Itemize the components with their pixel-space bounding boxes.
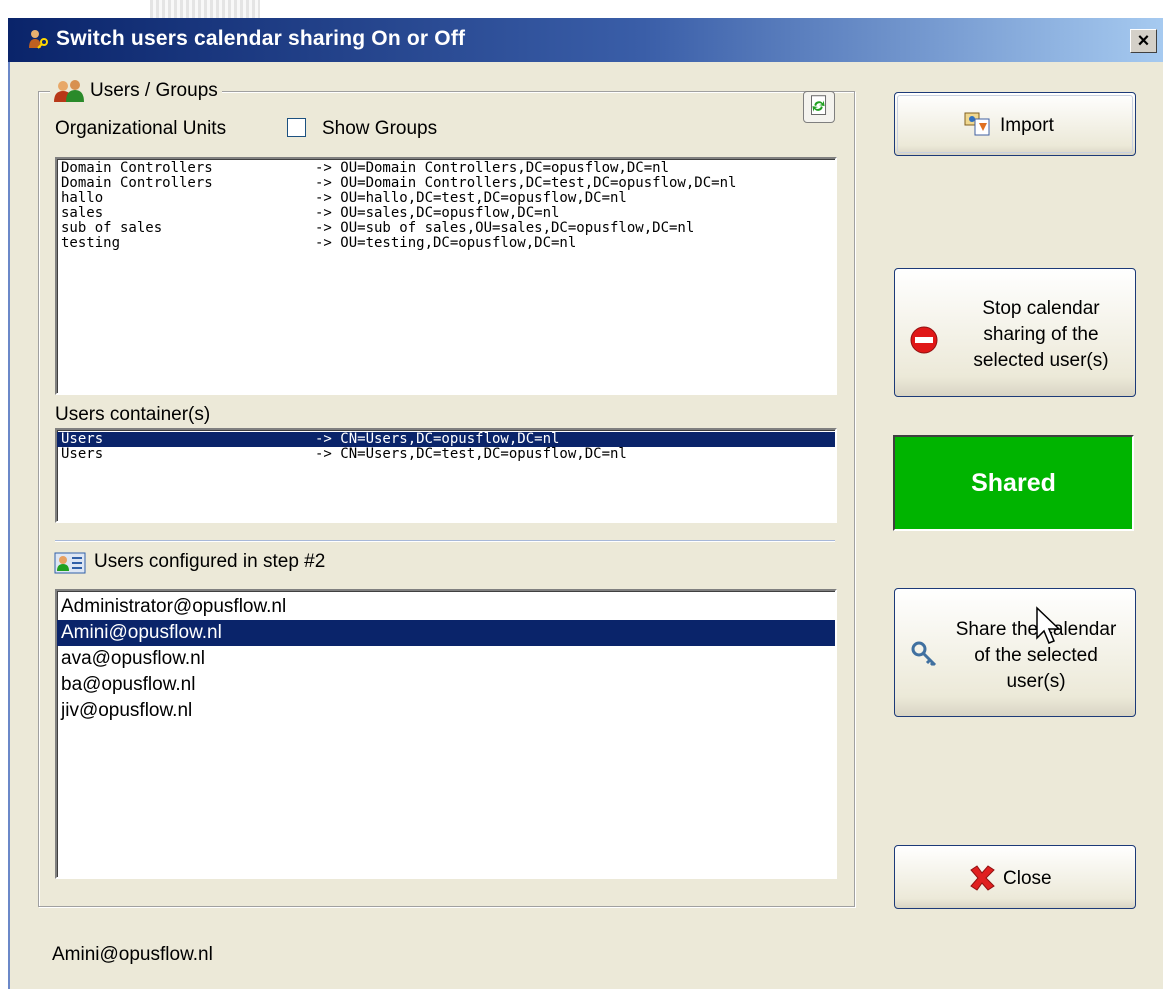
list-item[interactable]: sub of sales -> OU=sub of sales,OU=sales,… bbox=[57, 221, 835, 236]
import-icon bbox=[964, 112, 990, 136]
key-icon bbox=[911, 641, 937, 667]
sharing-status-indicator: Shared bbox=[893, 435, 1134, 531]
user-card-icon bbox=[54, 552, 86, 574]
share-calendar-button[interactable]: Share the calendar of the selected user(… bbox=[894, 588, 1136, 717]
configured-users-listbox[interactable]: Administrator@opusflow.nl Amini@opusflow… bbox=[55, 589, 837, 879]
list-item[interactable]: sales -> OU=sales,DC=opusflow,DC=nl bbox=[57, 206, 835, 221]
list-item[interactable]: jiv@opusflow.nl bbox=[57, 698, 835, 724]
list-item[interactable]: testing -> OU=testing,DC=opusflow,DC=nl bbox=[57, 236, 835, 251]
container-path: -> CN=Users,DC=opusflow,DC=nl bbox=[315, 431, 560, 447]
ou-path: -> OU=Domain Controllers,DC=test,DC=opus… bbox=[315, 175, 737, 191]
users-group-icon bbox=[54, 80, 84, 102]
list-item[interactable]: hallo -> OU=hallo,DC=test,DC=opusflow,DC=… bbox=[57, 191, 835, 206]
refresh-button[interactable] bbox=[803, 91, 835, 123]
refresh-icon bbox=[811, 95, 827, 115]
share-label-line2: of the selected bbox=[974, 645, 1098, 666]
users-groups-legend: Users / Groups bbox=[50, 78, 222, 104]
containers-listbox[interactable]: Users -> CN=Users,DC=opusflow,DC=nl Users… bbox=[55, 428, 837, 523]
close-label: Close bbox=[1003, 868, 1052, 889]
containers-label: Users container(s) bbox=[55, 404, 211, 425]
window-title: Switch users calendar sharing On or Off bbox=[56, 27, 466, 50]
list-item[interactable]: ba@opusflow.nl bbox=[57, 672, 835, 698]
show-groups-label[interactable]: Show Groups bbox=[322, 118, 437, 140]
close-button[interactable]: Close bbox=[894, 845, 1136, 909]
ou-path: -> OU=hallo,DC=test,DC=opusflow,DC=nl bbox=[315, 190, 627, 206]
ou-name: hallo bbox=[61, 190, 104, 206]
ou-name: Domain Controllers bbox=[61, 175, 213, 191]
stop-label-line1: Stop calendar bbox=[982, 298, 1100, 319]
ou-name: sub of sales bbox=[61, 220, 163, 236]
list-item[interactable]: ava@opusflow.nl bbox=[57, 646, 835, 672]
configured-label: Users configured in step #2 bbox=[94, 551, 326, 572]
list-item[interactable]: Users -> CN=Users,DC=opusflow,DC=nl bbox=[57, 432, 835, 447]
ou-listbox[interactable]: Domain Controllers -> OU=Domain Controlle… bbox=[55, 157, 837, 395]
import-label: Import bbox=[1000, 115, 1054, 136]
mouse-cursor-icon bbox=[1036, 606, 1061, 644]
stop-sharing-button[interactable]: Stop calendar sharing of the selected us… bbox=[894, 268, 1136, 397]
ou-path: -> OU=sub of sales,OU=sales,DC=opusflow,… bbox=[315, 220, 695, 236]
container-name: Users bbox=[61, 446, 104, 462]
list-item[interactable]: Domain Controllers -> OU=Domain Controlle… bbox=[57, 161, 835, 176]
container-path: -> CN=Users,DC=test,DC=opusflow,DC=nl bbox=[315, 446, 627, 462]
window-close-button[interactable]: × bbox=[1130, 29, 1157, 53]
close-x-icon bbox=[970, 865, 995, 891]
share-label-line3: user(s) bbox=[1006, 671, 1066, 692]
list-item[interactable]: Domain Controllers -> OU=Domain Controlle… bbox=[57, 176, 835, 191]
background-strip bbox=[150, 0, 260, 18]
ou-path: -> OU=sales,DC=opusflow,DC=nl bbox=[315, 205, 560, 221]
selected-user-status: Amini@opusflow.nl bbox=[52, 944, 213, 965]
app-users-key-icon bbox=[29, 30, 48, 49]
list-item[interactable]: Administrator@opusflow.nl bbox=[57, 594, 835, 620]
stop-label-line2: sharing of the bbox=[983, 324, 1099, 345]
list-item[interactable]: Amini@opusflow.nl bbox=[57, 620, 835, 646]
stop-icon bbox=[910, 326, 938, 354]
import-button[interactable]: Import bbox=[894, 92, 1136, 156]
divider bbox=[55, 540, 835, 542]
ou-name: Domain Controllers bbox=[61, 160, 213, 176]
ou-name: testing bbox=[61, 235, 121, 251]
ou-label: Organizational Units bbox=[55, 118, 227, 139]
ou-path: -> OU=Domain Controllers,DC=opusflow,DC=… bbox=[315, 160, 670, 176]
stop-label-line3: selected user(s) bbox=[973, 350, 1109, 371]
show-groups-checkbox[interactable] bbox=[287, 118, 306, 137]
title-bar[interactable]: Switch users calendar sharing On or Off bbox=[8, 18, 1163, 62]
ou-name: sales bbox=[61, 205, 104, 221]
ou-path: -> OU=testing,DC=opusflow,DC=nl bbox=[315, 235, 577, 251]
container-name: Users bbox=[61, 431, 104, 447]
users-groups-label: Users / Groups bbox=[90, 80, 218, 101]
list-item[interactable]: Users -> CN=Users,DC=test,DC=opusflow,DC=… bbox=[57, 447, 835, 462]
